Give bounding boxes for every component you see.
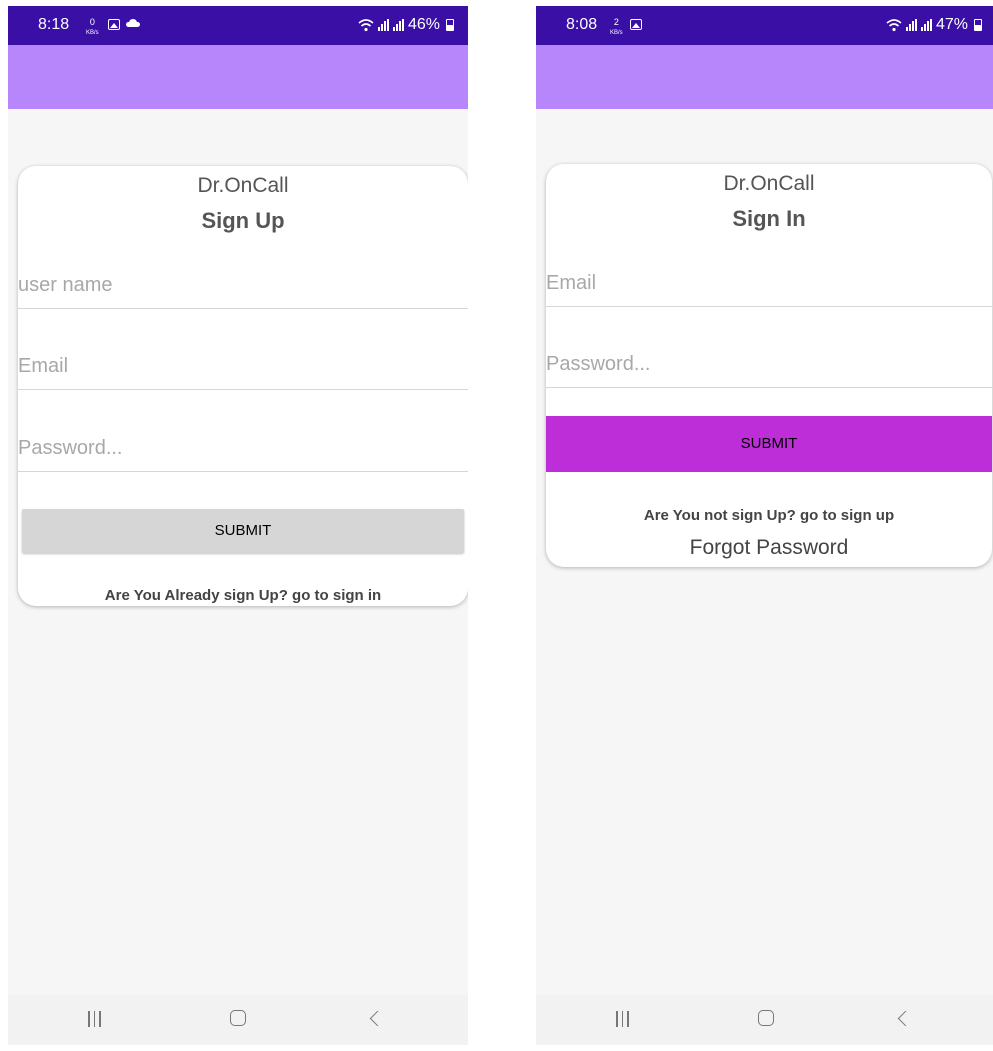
app-brand: Dr.OnCall bbox=[723, 172, 815, 195]
system-status-icons: 47% bbox=[886, 16, 982, 34]
gallery-icon bbox=[108, 19, 120, 30]
net-speed-value: 2 bbox=[613, 17, 619, 27]
forgot-password-link[interactable]: Forgot Password bbox=[546, 536, 992, 560]
recent-apps-icon[interactable] bbox=[616, 1011, 629, 1027]
signin-card: Dr.OnCall Sign In Email Password... SUBM… bbox=[546, 164, 992, 567]
password-input[interactable]: Password... bbox=[18, 424, 468, 472]
go-to-signin-link[interactable]: Are You Already sign Up? go to sign in bbox=[18, 587, 468, 604]
username-input[interactable]: user name bbox=[18, 261, 468, 309]
home-icon[interactable] bbox=[758, 1010, 774, 1026]
net-speed-indicator: 0 KB/s bbox=[86, 18, 99, 38]
signal-icon bbox=[377, 19, 389, 31]
back-icon[interactable] bbox=[897, 1010, 914, 1027]
cloud-icon bbox=[126, 19, 140, 27]
net-speed-unit: KB/s bbox=[86, 30, 99, 36]
navigation-bar bbox=[8, 995, 468, 1045]
wifi-icon bbox=[358, 19, 374, 32]
submit-button[interactable]: SUBMIT bbox=[22, 509, 464, 553]
gallery-icon bbox=[630, 19, 642, 30]
net-speed-unit: KB/s bbox=[610, 30, 623, 36]
system-status-icons: 46% bbox=[358, 16, 454, 34]
battery-icon bbox=[974, 19, 982, 31]
battery-percent: 47% bbox=[935, 16, 968, 33]
net-speed-value: 0 bbox=[89, 17, 95, 27]
signin-screen: 8:08 2 KB/s 47% Dr.OnCall Sign In Email … bbox=[536, 6, 993, 1045]
back-icon[interactable] bbox=[369, 1010, 386, 1027]
signup-screen: 8:18 0 KB/s 46% Dr.OnCall Sign Up user n… bbox=[8, 6, 468, 1045]
net-speed-indicator: 2 KB/s bbox=[610, 18, 623, 38]
email-input[interactable]: Email bbox=[546, 259, 992, 307]
status-time: 8:08 bbox=[566, 16, 598, 33]
signal-icon bbox=[905, 19, 917, 31]
email-input[interactable]: Email bbox=[18, 342, 468, 390]
battery-percent: 46% bbox=[407, 16, 440, 33]
signal-icon bbox=[920, 19, 932, 31]
go-to-signup-link[interactable]: Are You not sign Up? go to sign up bbox=[546, 507, 992, 524]
password-input[interactable]: Password... bbox=[546, 340, 992, 388]
navigation-bar bbox=[536, 995, 993, 1045]
page-title: Sign In bbox=[732, 206, 806, 231]
app-bar bbox=[536, 45, 993, 109]
wifi-icon bbox=[886, 19, 902, 32]
submit-button[interactable]: SUBMIT bbox=[546, 416, 992, 472]
app-bar bbox=[8, 45, 468, 109]
status-bar: 8:18 0 KB/s 46% bbox=[8, 6, 468, 45]
app-brand: Dr.OnCall bbox=[197, 174, 289, 197]
status-time: 8:18 bbox=[38, 16, 70, 33]
signal-icon bbox=[392, 19, 404, 31]
home-icon[interactable] bbox=[230, 1010, 246, 1026]
signup-card: Dr.OnCall Sign Up user name Email Passwo… bbox=[18, 166, 468, 606]
status-bar: 8:08 2 KB/s 47% bbox=[536, 6, 993, 45]
battery-icon bbox=[446, 19, 454, 31]
recent-apps-icon[interactable] bbox=[88, 1011, 101, 1027]
page-title: Sign Up bbox=[201, 208, 285, 233]
